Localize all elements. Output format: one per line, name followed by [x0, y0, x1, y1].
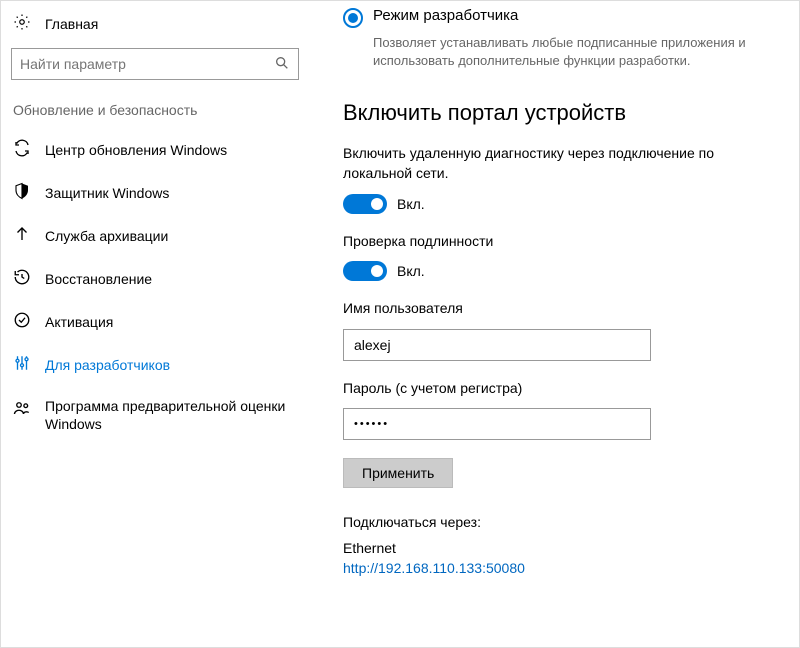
section-header: Обновление и безопасность [9, 98, 301, 128]
device-portal-link[interactable]: http://192.168.110.133:50080 [343, 560, 525, 576]
username-input[interactable] [343, 329, 651, 361]
toggle-state-label: Вкл. [397, 263, 425, 279]
sidebar-item-label: Служба архивации [45, 228, 168, 244]
home-label: Главная [45, 16, 98, 32]
people-icon [13, 399, 31, 420]
check-circle-icon [13, 311, 31, 332]
search-icon [274, 55, 290, 74]
username-label: Имя пользователя [343, 299, 765, 319]
sidebar-item-recovery[interactable]: Восстановление [9, 257, 301, 300]
remote-diag-toggle[interactable] [343, 194, 387, 214]
auth-label: Проверка подлинности [343, 232, 765, 252]
sidebar-item-label: Активация [45, 314, 113, 330]
apply-button[interactable]: Применить [343, 458, 453, 488]
radio-description: Позволяет устанавливать любые подписанны… [373, 34, 765, 70]
search-input[interactable] [20, 56, 274, 72]
sidebar-item-windows-update[interactable]: Центр обновления Windows [9, 128, 301, 171]
sidebar: Главная Обновление и безопасность Центр … [1, 1, 309, 647]
sidebar-item-label: Программа предварительной оценки Windows [45, 397, 297, 433]
remote-diag-label: Включить удаленную диагностику через под… [343, 144, 765, 183]
sidebar-item-label: Центр обновления Windows [45, 142, 227, 158]
radio-label: Режим разработчика [373, 7, 518, 24]
radio-selected-icon [343, 8, 363, 28]
section-heading: Включить портал устройств [343, 100, 765, 126]
history-icon [13, 268, 31, 289]
sidebar-item-label: Восстановление [45, 271, 152, 287]
shield-icon [13, 182, 31, 203]
sync-icon [13, 139, 31, 160]
sidebar-item-insider[interactable]: Программа предварительной оценки Windows [9, 386, 301, 444]
connection-type: Ethernet [343, 540, 765, 556]
password-input[interactable]: •••••• [343, 408, 651, 440]
password-label: Пароль (с учетом регистра) [343, 379, 765, 399]
sidebar-item-defender[interactable]: Защитник Windows [9, 171, 301, 214]
gear-icon [13, 13, 31, 34]
connect-via-label: Подключаться через: [343, 514, 765, 530]
sidebar-item-backup[interactable]: Служба архивации [9, 214, 301, 257]
auth-toggle[interactable] [343, 261, 387, 281]
sidebar-item-activation[interactable]: Активация [9, 300, 301, 343]
search-input-container[interactable] [11, 48, 299, 80]
main-content: Режим разработчика Позволяет устанавлива… [309, 1, 799, 647]
upload-icon [13, 225, 31, 246]
sidebar-item-label: Для разработчиков [45, 357, 170, 373]
home-button[interactable]: Главная [9, 7, 301, 40]
sidebar-item-developers[interactable]: Для разработчиков [9, 343, 301, 386]
sidebar-item-label: Защитник Windows [45, 185, 169, 201]
developer-mode-radio[interactable]: Режим разработчика [343, 7, 765, 28]
tools-icon [13, 354, 31, 375]
toggle-state-label: Вкл. [397, 196, 425, 212]
